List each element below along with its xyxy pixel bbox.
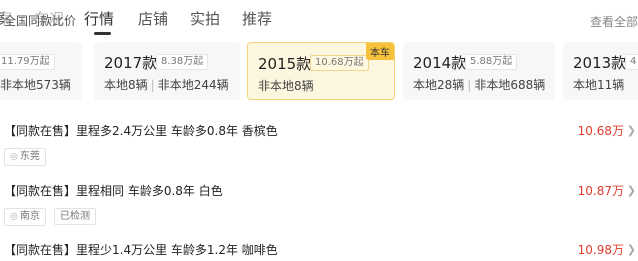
stock-local: 本地28辆: [413, 78, 465, 92]
stock-separator: |: [150, 78, 155, 92]
stock-remote: 非本地244辆: [157, 78, 229, 92]
year-card-stock: 本地28辆 | 非本地688辆: [413, 76, 545, 93]
year-card-current[interactable]: 2015款 10.68万起 本车 非本地8辆: [247, 42, 395, 100]
stock-remote: 非本地688辆: [474, 78, 546, 92]
listing-price: 10.68万: [577, 124, 624, 138]
listing-row[interactable]: 【同款在售】里程相同 车龄多0.8年 白色 10.87万 ❯ ◎ 南京 已检测: [0, 182, 638, 226]
year-card-stock: 本地8辆 | 非本地244辆: [104, 76, 229, 93]
year-card-year: 2017款: [104, 54, 158, 72]
year-card-price: 11.79万起: [0, 54, 55, 70]
location-tag: ◎ 南京: [4, 208, 46, 226]
year-card-year: 2014款: [413, 54, 467, 72]
stock-separator: |: [467, 78, 472, 92]
stock-local: 本地11辆: [573, 78, 625, 92]
year-card[interactable]: 2014款 5.88万起 本地28辆 | 非本地688辆: [403, 42, 555, 100]
location-tag: ◎ 东莞: [4, 148, 46, 166]
stock-remote: 非本地8辆: [258, 79, 314, 93]
chevron-right-icon: ❯: [626, 124, 636, 137]
chevron-right-icon: ❯: [626, 243, 636, 256]
year-card[interactable]: 2017款 8.38万起 本地8辆 | 非本地244辆: [94, 42, 240, 100]
year-card-price: 8.38万起: [156, 54, 209, 70]
year-card-year: 2015款: [258, 55, 312, 73]
see-all-link[interactable]: 查看全部: [590, 13, 638, 30]
listing-price: 10.87万: [577, 184, 624, 198]
year-card[interactable]: 11.79万起 非本地573辆: [0, 42, 82, 100]
listing-tags: ◎ 南京 已检测: [4, 204, 99, 226]
listing-title: 【同款在售】里程相同 车龄多0.8年 白色: [4, 184, 223, 198]
listing-price: 10.98万: [577, 243, 624, 257]
year-card-stock: 非本地573辆: [0, 76, 71, 93]
tab-photos[interactable]: 实拍: [190, 8, 220, 29]
year-card-price: 5.88万起: [465, 54, 518, 70]
active-tab-indicator: [94, 32, 111, 35]
tab-shop[interactable]: 店铺: [138, 8, 168, 29]
year-card-stock: 非本地8辆: [258, 77, 314, 94]
tab-market[interactable]: 行情: [84, 8, 114, 29]
section-heading-overlay: 全国同款比价: [4, 12, 77, 29]
section-tabs: 案 车况 行情 店铺 实拍 推荐 全国同款比价 查看全部: [0, 0, 638, 38]
tab-recommend[interactable]: 推荐: [242, 8, 272, 29]
year-card[interactable]: 2013款 4 本地11辆: [563, 42, 638, 100]
year-card-price: 4: [625, 54, 638, 70]
year-card-list: 11.79万起 非本地573辆 2017款 8.38万起 本地8辆 | 非本地244…: [0, 42, 638, 102]
inspected-tag: 已检测: [53, 208, 96, 225]
stock-remote: 非本地573辆: [0, 78, 71, 92]
location-pin-icon: ◎: [10, 212, 18, 222]
location-tag-label: 南京: [19, 211, 40, 222]
listing-row[interactable]: 【同款在售】里程多2.4万公里 车龄多0.8年 香槟色 10.68万 ❯ ◎ 东莞: [0, 122, 638, 166]
listing-title: 【同款在售】里程多2.4万公里 车龄多0.8年 香槟色: [4, 124, 278, 138]
current-car-badge: 本车: [366, 43, 394, 60]
listing-row[interactable]: 【同款在售】里程少1.4万公里 车龄多1.2年 咖啡色 10.98万 ❯: [0, 241, 638, 261]
location-tag-label: 东莞: [19, 151, 40, 162]
listing-title: 【同款在售】里程少1.4万公里 车龄多1.2年 咖啡色: [4, 243, 278, 257]
chevron-right-icon: ❯: [626, 184, 636, 197]
year-card-year: 2013款: [573, 54, 627, 72]
location-pin-icon: ◎: [10, 152, 18, 162]
year-card-price: 10.68万起: [310, 55, 369, 71]
listing-tags: ◎ 东莞: [4, 144, 49, 166]
stock-local: 本地8辆: [104, 78, 148, 92]
year-card-stock: 本地11辆: [573, 76, 624, 93]
